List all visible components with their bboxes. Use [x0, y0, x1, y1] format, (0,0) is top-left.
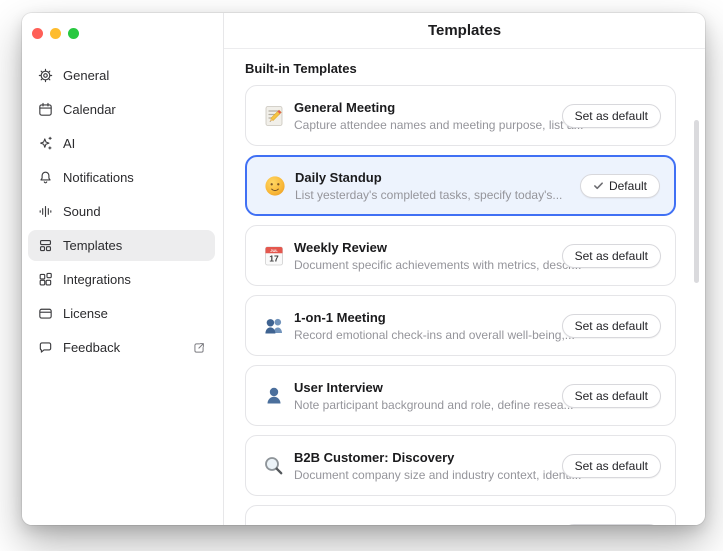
sidebar-item-notifications[interactable]: Notifications — [28, 162, 215, 193]
template-card-text: 1-on-1 Meeting Record emotional check-ins… — [294, 310, 562, 342]
template-title: General Meeting — [294, 100, 562, 115]
sidebar-item-license[interactable]: License — [28, 298, 215, 329]
magnifier-icon — [261, 453, 287, 479]
close-button[interactable] — [32, 28, 43, 39]
scrollbar[interactable] — [694, 120, 699, 283]
card-button-label: Set as default — [575, 389, 648, 403]
svg-text:17: 17 — [269, 253, 279, 263]
sidebar: General Calendar AI Notifications Sound Templ… — [22, 13, 224, 525]
window-title: Templates — [224, 13, 705, 49]
sidebar-item-integrations[interactable]: Integrations — [28, 264, 215, 295]
sidebar-item-calendar[interactable]: Calendar — [28, 94, 215, 125]
person-icon — [261, 383, 287, 409]
default-button[interactable]: Default — [580, 174, 660, 198]
template-description: Note participant background and role, de… — [294, 398, 562, 412]
template-title: Daily Standup — [295, 170, 562, 185]
main-panel: Templates Built-in Templates General Mee… — [224, 13, 705, 525]
sidebar-item-label: Feedback — [63, 340, 120, 355]
set-as-default-button[interactable]: Set as default — [562, 314, 661, 338]
template-description: Record emotional check-ins and overall w… — [294, 328, 562, 342]
set-as-default-button[interactable]: Set as default — [562, 244, 661, 268]
sidebar-item-general[interactable]: General — [28, 60, 215, 91]
template-description: List yesterday's completed tasks, specif… — [295, 188, 562, 202]
templates-content: Built-in Templates General Meeting Captur… — [224, 49, 705, 525]
templates-icon — [37, 237, 54, 254]
set-as-default-button[interactable]: Set as default — [562, 384, 661, 408]
template-description: Document specific achievements with metr… — [294, 258, 562, 272]
set-as-default-button[interactable]: Set as default — [562, 454, 661, 478]
sidebar-item-label: Notifications — [63, 170, 134, 185]
set-as-default-button[interactable]: Set as default — [562, 104, 661, 128]
sidebar-item-label: Templates — [63, 238, 122, 253]
memo-icon — [261, 103, 287, 129]
calendar-icon — [37, 101, 54, 118]
svg-text:JUL: JUL — [270, 247, 278, 252]
template-card-user-interview[interactable]: User Interview Note participant backgroun… — [245, 365, 676, 426]
sidebar-item-sound[interactable]: Sound — [28, 196, 215, 227]
template-title: 1-on-1 Meeting — [294, 310, 562, 325]
sidebar-item-templates[interactable]: Templates — [28, 230, 215, 261]
bell-icon — [37, 169, 54, 186]
template-card-1-on-1-meeting[interactable]: 1-on-1 Meeting Record emotional check-ins… — [245, 295, 676, 356]
template-card-text: B2B Customer: Discovery Document company … — [294, 450, 562, 482]
set-as-default-button[interactable]: Set as default — [562, 524, 661, 526]
template-card-b2b-customer-discovery[interactable]: B2B Customer: Discovery Document company … — [245, 435, 676, 496]
template-card-daily-standup[interactable]: Daily Standup List yesterday's completed … — [245, 155, 676, 216]
card-button-label: Default — [609, 179, 647, 193]
template-card-b2b-customer-pilot[interactable]: B2B Customer: PilotSet as default — [245, 505, 676, 525]
gear-icon — [37, 67, 54, 84]
card-button-label: Set as default — [575, 319, 648, 333]
calendar-17-icon: JUL17 — [261, 243, 287, 269]
two-people-icon — [261, 313, 287, 339]
external-link-icon[interactable] — [192, 341, 206, 355]
sidebar-item-label: Sound — [63, 204, 101, 219]
template-title: B2B Customer: Discovery — [294, 450, 562, 465]
smiley-icon — [262, 173, 288, 199]
zoom-button[interactable] — [68, 28, 79, 39]
section-title: Built-in Templates — [245, 61, 705, 76]
template-card-text: User Interview Note participant backgroun… — [294, 380, 562, 412]
sidebar-nav: General Calendar AI Notifications Sound Templ… — [22, 60, 223, 366]
sidebar-item-label: Calendar — [63, 102, 116, 117]
blocks-icon — [37, 271, 54, 288]
template-title: Weekly Review — [294, 240, 562, 255]
template-card-text: General Meeting Capture attendee names an… — [294, 100, 562, 132]
template-list: General Meeting Capture attendee names an… — [245, 85, 705, 525]
sidebar-item-label: AI — [63, 136, 75, 151]
sidebar-item-label: General — [63, 68, 109, 83]
sidebar-item-feedback[interactable]: Feedback — [28, 332, 215, 363]
check-icon — [593, 180, 604, 191]
sparkles-icon — [37, 135, 54, 152]
license-card-icon — [37, 305, 54, 322]
template-card-general-meeting[interactable]: General Meeting Capture attendee names an… — [245, 85, 676, 146]
waveform-icon — [37, 203, 54, 220]
template-description: Document company size and industry conte… — [294, 468, 562, 482]
sidebar-item-label: Integrations — [63, 272, 131, 287]
card-button-label: Set as default — [575, 459, 648, 473]
template-description: Capture attendee names and meeting purpo… — [294, 118, 562, 132]
airplane-icon — [261, 523, 287, 526]
speech-bubble-icon — [37, 339, 54, 356]
template-card-text: Weekly Review Document specific achieveme… — [294, 240, 562, 272]
sidebar-item-label: License — [63, 306, 108, 321]
sidebar-item-ai[interactable]: AI — [28, 128, 215, 159]
traffic-lights — [22, 13, 223, 39]
minimize-button[interactable] — [50, 28, 61, 39]
card-button-label: Set as default — [575, 109, 648, 123]
template-title: User Interview — [294, 380, 562, 395]
template-card-weekly-review[interactable]: JUL17 Weekly Review Document specific achi… — [245, 225, 676, 286]
card-button-label: Set as default — [575, 249, 648, 263]
template-card-text: Daily Standup List yesterday's completed … — [295, 170, 562, 202]
settings-window: General Calendar AI Notifications Sound Templ… — [22, 13, 705, 525]
